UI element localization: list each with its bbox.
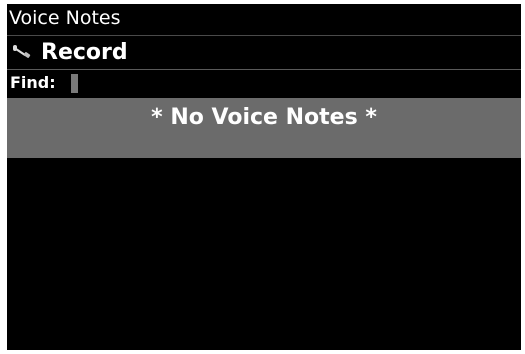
find-label: Find: [10,73,56,92]
record-label: Record [41,40,128,65]
empty-list-row[interactable]: * No Voice Notes * [7,98,521,158]
app-title: Voice Notes [9,7,121,29]
record-button[interactable]: Record [7,36,521,70]
device-screen: Voice Notes Record Find: * No Voice Note… [7,4,521,350]
empty-list-message: * No Voice Notes * [151,105,377,130]
microphone-icon [11,42,33,62]
find-input[interactable] [71,74,78,93]
find-bar: Find: [7,70,521,96]
title-bar: Voice Notes [7,4,521,36]
voice-notes-list[interactable]: * No Voice Notes * [7,96,521,350]
